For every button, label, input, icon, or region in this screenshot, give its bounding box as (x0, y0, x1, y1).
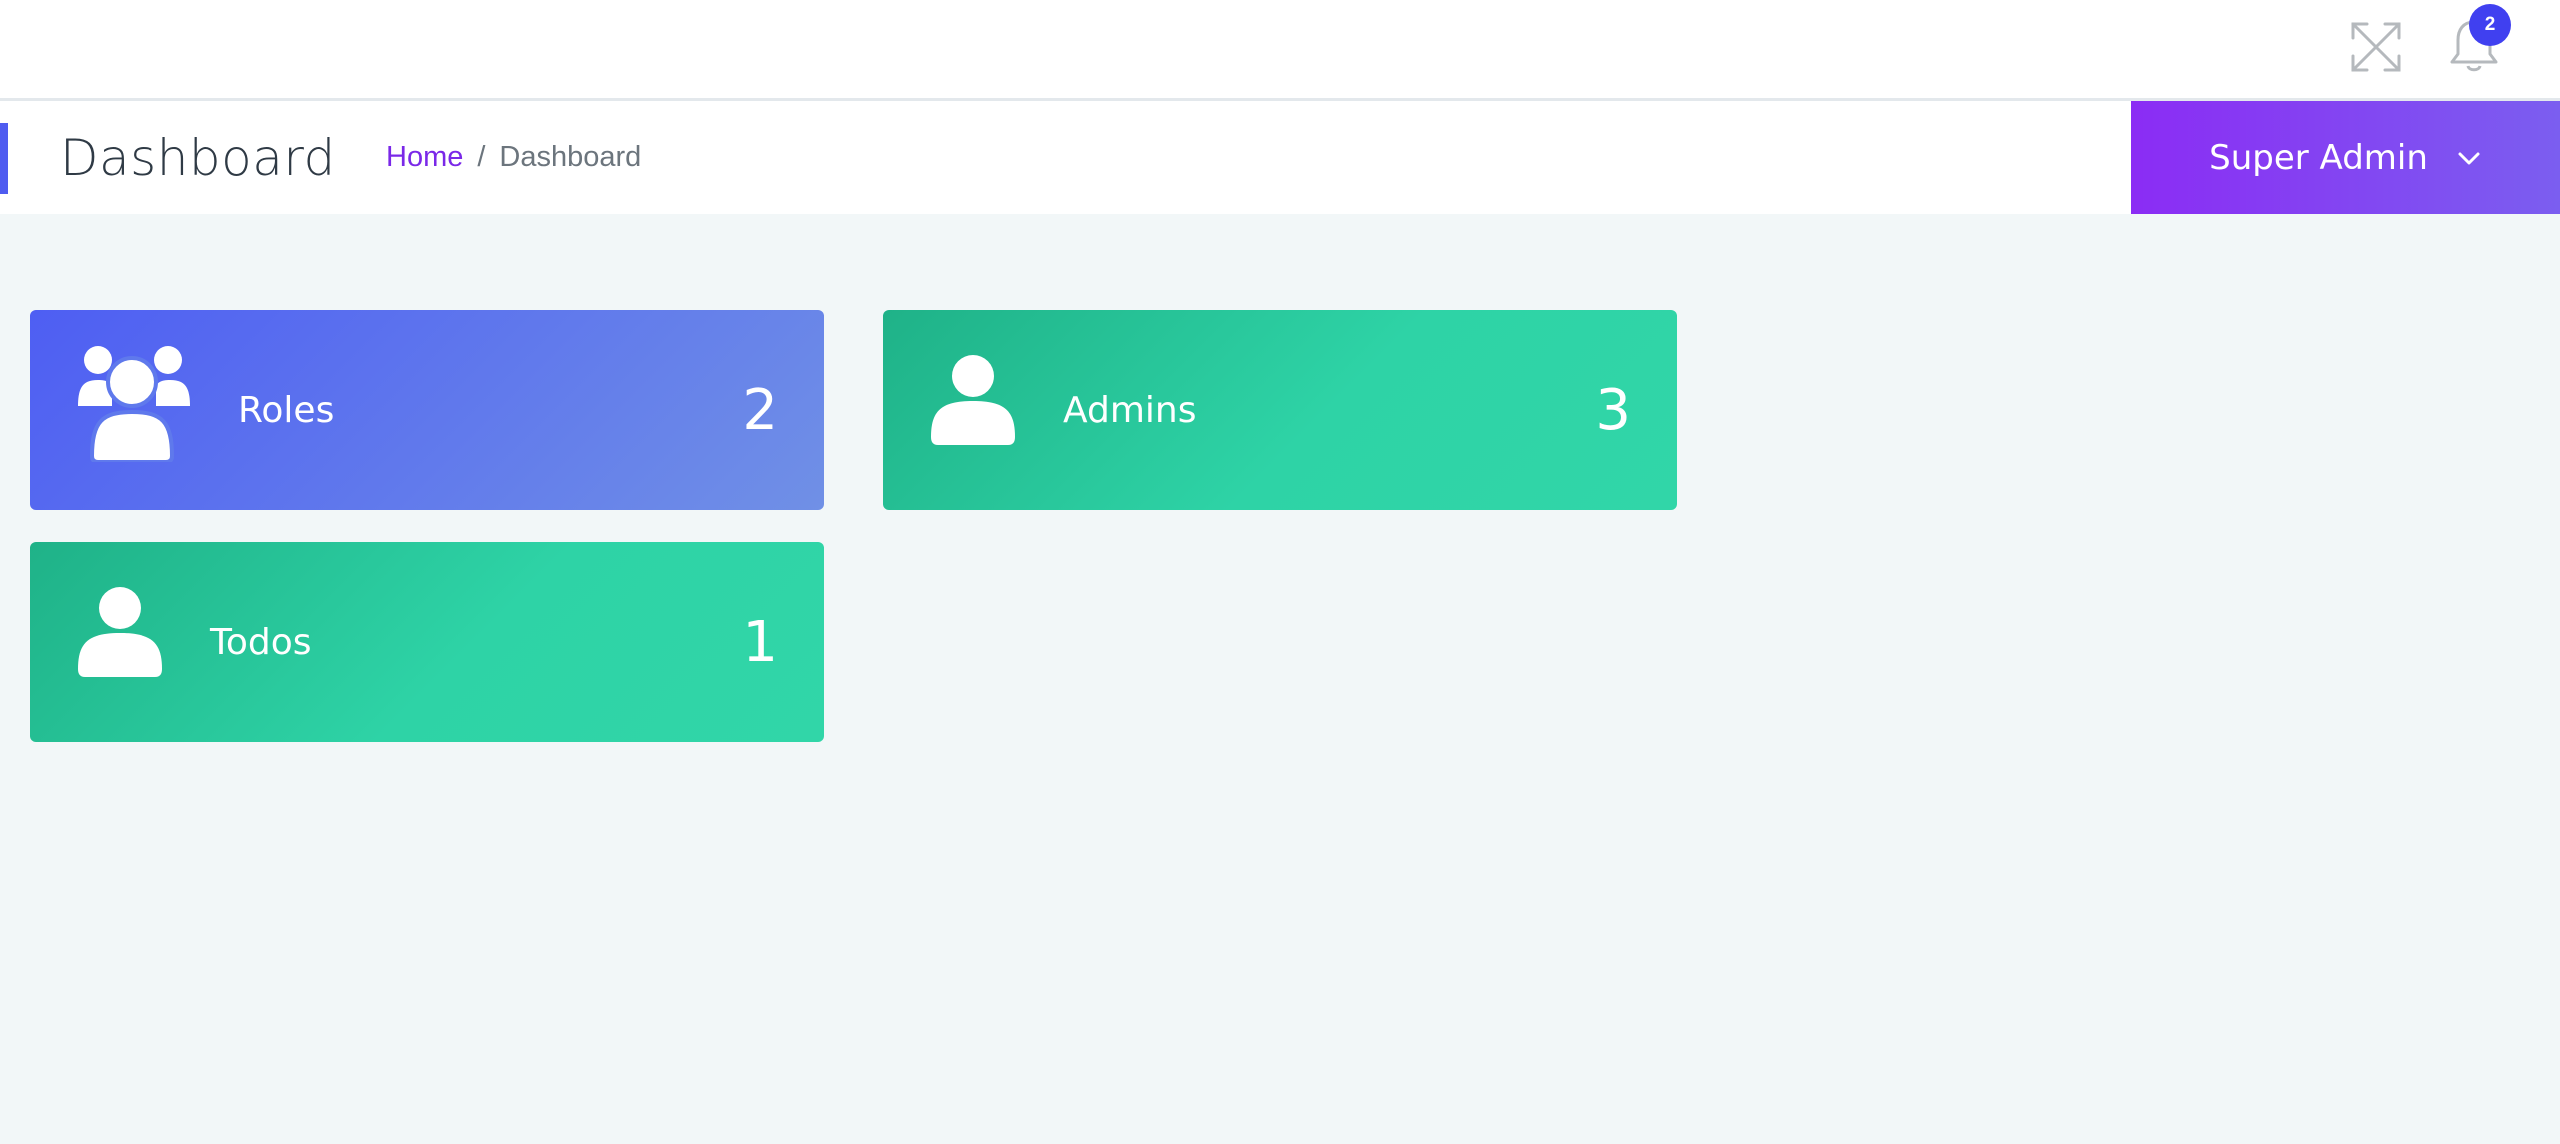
breadcrumb: Home / Dashboard (386, 101, 641, 214)
fullscreen-expand-icon[interactable] (2347, 18, 2405, 76)
breadcrumb-home-link[interactable]: Home (386, 141, 463, 174)
notification-count-badge: 2 (2469, 4, 2511, 46)
page-title: Dashboard (60, 128, 336, 187)
todos-card[interactable]: Todos 1 (30, 542, 824, 742)
top-navbar: 2 (0, 0, 2560, 101)
admins-card-label: Admins (1063, 389, 1197, 431)
breadcrumb-current: Dashboard (499, 141, 642, 173)
admins-card-count: 3 (1595, 377, 1631, 443)
users-group-icon (78, 346, 190, 462)
user-menu-label: Super Admin (2209, 137, 2428, 178)
chevron-down-icon (2458, 152, 2480, 164)
user-menu-dropdown[interactable]: Super Admin (2131, 101, 2560, 214)
roles-card-label: Roles (238, 389, 335, 431)
roles-card-count: 2 (742, 377, 778, 443)
breadcrumb-separator: / (477, 141, 486, 173)
notifications-bell-icon[interactable]: 2 (2445, 4, 2511, 76)
todos-card-label: Todos (210, 621, 312, 663)
roles-card[interactable]: Roles 2 (30, 310, 824, 510)
user-icon (78, 587, 162, 677)
admins-card[interactable]: Admins 3 (883, 310, 1677, 510)
user-icon (931, 355, 1015, 445)
title-accent-bar (0, 123, 8, 194)
todos-card-count: 1 (742, 609, 778, 675)
